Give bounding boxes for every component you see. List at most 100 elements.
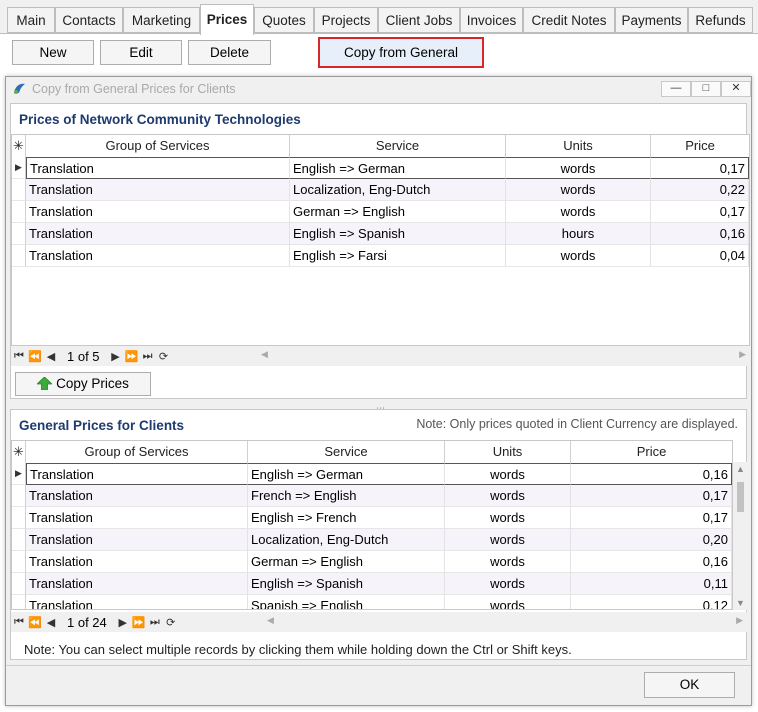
cell-group: Translation [26,179,290,201]
general-prices-header: ✳ Group of Services Service Units Price [12,441,732,464]
tab-invoices[interactable]: Invoices [460,7,523,33]
scroll-up-icon[interactable]: ▲ [736,464,745,474]
last-page-icon[interactable]: ⏭ [140,350,156,363]
column-header-group[interactable]: Group of Services [26,441,248,463]
client-prices-grid: ✳ Group of Services Service Units Price … [11,134,750,346]
table-row[interactable]: Translation Spanish => English words 0,1… [12,595,732,609]
tab-payments[interactable]: Payments [615,7,688,33]
scroll-down-icon[interactable]: ▼ [736,598,745,608]
general-prices-title: General Prices for Clients [19,418,185,433]
column-header-service[interactable]: Service [248,441,445,463]
edit-button-label: Edit [129,45,153,60]
cell-group: Translation [26,507,248,529]
next-page-icon[interactable]: ▶ [108,350,124,363]
general-prices-vscrollbar[interactable]: ▲ ▼ [733,462,748,610]
tab-marketing[interactable]: Marketing [123,7,200,33]
tab-prices[interactable]: Prices [200,4,254,35]
scroll-right-icon[interactable]: ▶ [736,615,743,626]
copy-prices-button[interactable]: Copy Prices [15,372,151,396]
first-page-icon[interactable]: ⏮ [11,616,27,629]
footer-divider [6,665,751,666]
scroll-left-icon[interactable]: ◀ [261,349,268,360]
cell-price: 0,17 [571,485,732,507]
table-row[interactable]: Translation Localization, Eng-Dutch word… [12,179,749,201]
tab-main[interactable]: Main [7,7,55,33]
table-row[interactable]: Translation Localization, Eng-Dutch word… [12,529,732,551]
table-row[interactable]: ▶ Translation English => German words 0,… [12,463,732,485]
next-fast-icon[interactable]: ⏩ [124,350,140,363]
cell-service: Localization, Eng-Dutch [290,179,506,201]
table-row[interactable]: Translation German => English words 0,17 [12,201,749,223]
delete-button[interactable]: Delete [188,40,271,65]
table-row[interactable]: Translation German => English words 0,16 [12,551,732,573]
copy-prices-label: Copy Prices [56,376,129,391]
minimize-button[interactable]: — [661,81,691,97]
app-logo-icon [14,83,25,94]
tab-credit-notes[interactable]: Credit Notes [523,7,615,33]
first-page-icon[interactable]: ⏮ [11,350,27,363]
table-row[interactable]: Translation English => Spanish hours 0,1… [12,223,749,245]
tab-projects[interactable]: Projects [314,7,378,33]
prev-fast-icon[interactable]: ⏪ [27,616,43,629]
tab-quotes[interactable]: Quotes [254,7,314,33]
tab-refunds[interactable]: Refunds [688,7,753,33]
cell-price: 0,17 [571,507,732,529]
tab-client-jobs[interactable]: Client Jobs [378,7,460,33]
tab-contacts[interactable]: Contacts [55,7,123,33]
column-header-units[interactable]: Units [506,135,651,157]
cell-price: 0,11 [571,573,732,595]
prev-page-icon[interactable]: ◀ [43,616,59,629]
column-header-price[interactable]: Price [651,135,749,157]
next-page-icon[interactable]: ▶ [115,616,131,629]
table-row[interactable]: Translation English => French words 0,17 [12,507,732,529]
client-prices-header: ✳ Group of Services Service Units Price [12,135,749,158]
close-button[interactable]: ✕ [721,81,751,97]
table-row[interactable]: ▶ Translation English => German words 0,… [12,157,749,179]
table-row[interactable]: Translation English => Spanish words 0,1… [12,573,732,595]
column-header-service[interactable]: Service [290,135,506,157]
cell-group: Translation [26,573,248,595]
cell-price: 0,17 [651,157,749,179]
prev-page-icon[interactable]: ◀ [43,350,59,363]
prev-fast-icon[interactable]: ⏪ [27,350,43,363]
current-row-indicator-icon: ▶ [12,157,26,179]
scroll-thumb[interactable] [737,482,744,512]
current-row-indicator-icon: ▶ [12,463,26,485]
cell-units: hours [506,223,651,245]
cell-price: 0,17 [651,201,749,223]
scroll-right-icon[interactable]: ▶ [739,349,746,360]
new-button[interactable]: New [12,40,94,65]
general-prices-hscrollbar[interactable]: ◀ ▶ [261,612,747,632]
cell-group: Translation [26,485,248,507]
cell-service: English => German [290,157,506,179]
column-header-units[interactable]: Units [445,441,571,463]
copy-from-general-button[interactable]: Copy from General [318,37,484,68]
client-prices-hscrollbar[interactable]: ◀ ▶ [255,346,750,366]
scroll-left-icon[interactable]: ◀ [267,615,274,626]
page-indicator: 1 of 24 [67,614,107,630]
cell-group: Translation [26,201,290,223]
column-header-price[interactable]: Price [571,441,732,463]
delete-button-label: Delete [209,45,250,60]
refresh-icon[interactable]: ⟳ [163,616,179,629]
new-button-label: New [39,45,67,60]
cell-units: words [445,595,571,609]
edit-button[interactable]: Edit [100,40,182,65]
table-row[interactable]: Translation English => Farsi words 0,04 [12,245,749,267]
ok-button[interactable]: OK [644,672,735,698]
row-indicator-header: ✳ [12,441,26,463]
cell-price: 0,20 [571,529,732,551]
last-page-icon[interactable]: ⏭ [147,616,163,629]
maximize-button[interactable]: □ [691,81,721,97]
table-row[interactable]: Translation French => English words 0,17 [12,485,732,507]
cell-units: words [445,529,571,551]
client-prices-title: Prices of Network Community Technologies [19,112,301,127]
cell-group: Translation [26,463,248,485]
page-indicator: 1 of 5 [67,348,100,364]
refresh-icon[interactable]: ⟳ [156,350,172,363]
cell-units: words [506,201,651,223]
row-indicator [12,245,26,267]
cell-group: Translation [26,595,248,609]
next-fast-icon[interactable]: ⏩ [131,616,147,629]
column-header-group[interactable]: Group of Services [26,135,290,157]
